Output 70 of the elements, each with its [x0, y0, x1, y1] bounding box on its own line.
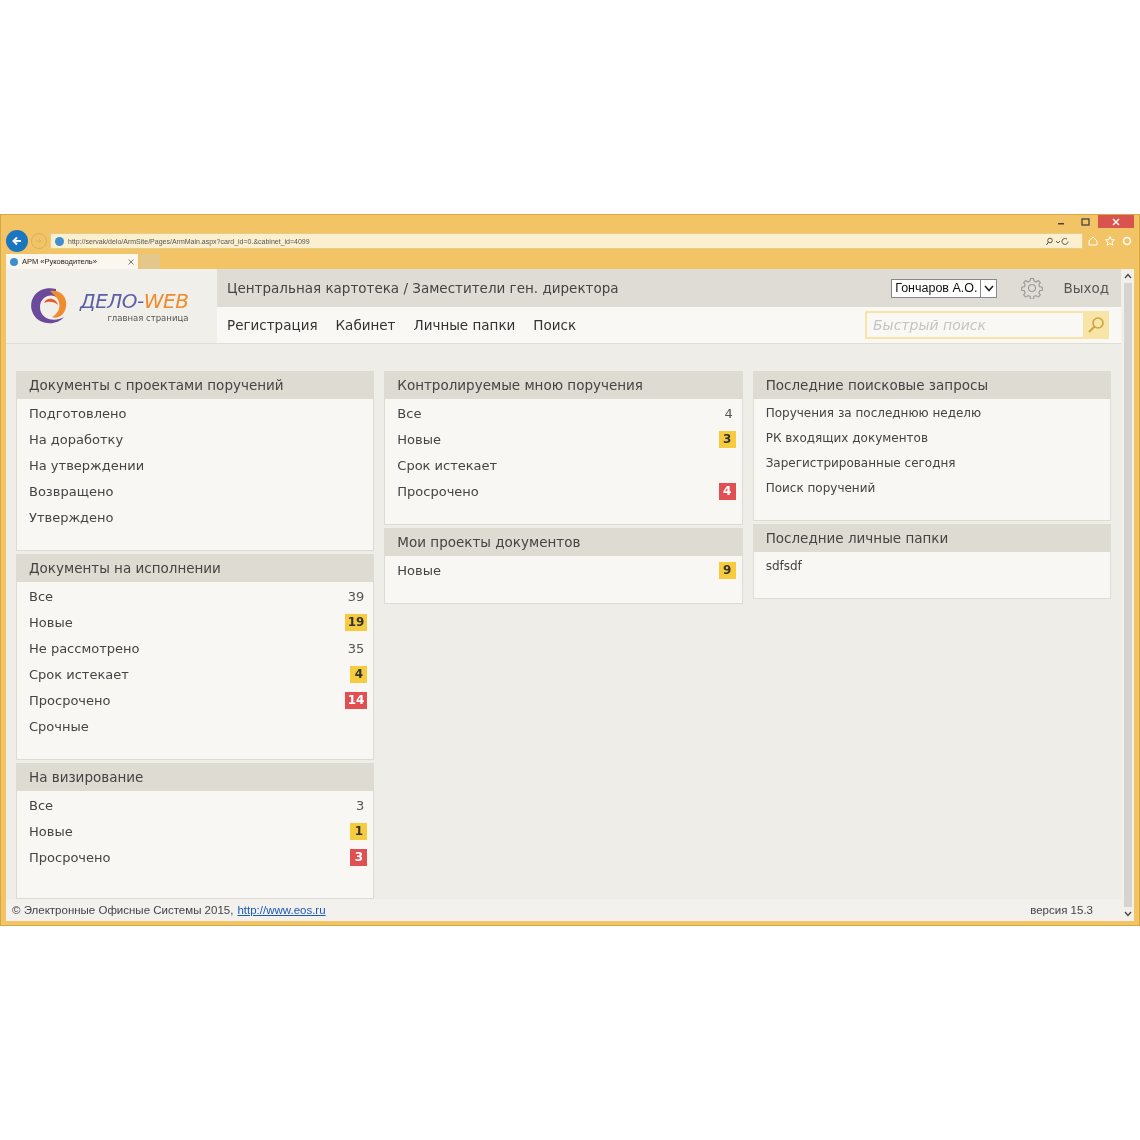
nav-link[interactable]: Поиск: [533, 317, 577, 333]
panel-title: Последние личные папки: [753, 525, 1110, 552]
list-link[interactable]: Зарегистрированные сегодня: [765, 455, 1104, 470]
settings-icon[interactable]: [1120, 236, 1134, 246]
back-arrow-icon: [11, 235, 23, 247]
count-badge: 4: [718, 482, 736, 500]
website-link[interactable]: http://www.eos.ru: [237, 904, 326, 916]
count-badge: 9: [718, 561, 736, 579]
list-link[interactable]: Подготовлено: [29, 405, 368, 421]
list-link[interactable]: Новые: [397, 562, 719, 578]
copyright-text: © Электронные Офисные Системы 2015,: [12, 904, 234, 916]
scroll-up-icon[interactable]: [1123, 273, 1132, 279]
settings-icon[interactable]: [1021, 277, 1044, 299]
list-link[interactable]: Все: [29, 588, 345, 604]
panel-title: На визирование: [17, 764, 374, 791]
list-link[interactable]: Срок истекает: [397, 457, 736, 473]
page-icon: [10, 257, 18, 266]
panel-title: Мои проекты документов: [385, 529, 742, 556]
list-link[interactable]: На доработку: [29, 431, 368, 447]
count-badge: 3: [718, 430, 736, 448]
list-link[interactable]: Срочные: [29, 718, 368, 734]
nav-link[interactable]: Кабинет: [335, 317, 396, 333]
chevron-down-icon: [984, 284, 994, 292]
close-icon[interactable]: [128, 258, 134, 265]
list-link[interactable]: Новые: [397, 431, 719, 447]
page-icon: [55, 236, 64, 246]
logo-text: ДЕЛО-WEB: [80, 289, 189, 313]
list-link[interactable]: Срок истекает: [29, 666, 351, 682]
count-badge: 3: [350, 848, 368, 866]
list-link[interactable]: Не рассмотрено: [29, 640, 345, 656]
logo-subtitle: главная страница: [107, 313, 189, 323]
list-link[interactable]: Просрочено: [29, 849, 351, 865]
star-icon[interactable]: [1103, 236, 1117, 246]
list-link[interactable]: Новые: [29, 614, 345, 630]
count-badge: 1: [350, 822, 368, 840]
list-link[interactable]: Все: [397, 405, 722, 421]
panel-title: Последние поисковые запросы: [753, 372, 1110, 399]
list-link[interactable]: На утверждении: [29, 457, 368, 473]
list-link[interactable]: Просрочено: [29, 692, 345, 708]
count: 39: [346, 588, 366, 604]
home-icon[interactable]: [1086, 236, 1100, 246]
nav-link[interactable]: Регистрация: [227, 317, 318, 333]
count: 4: [723, 405, 734, 421]
panel-title: Документы на исполнении: [17, 555, 374, 582]
list-link[interactable]: Поручения за последнюю неделю: [765, 405, 1104, 420]
list-link[interactable]: Новые: [29, 823, 351, 839]
panel-title: Контролируемые мною поручения: [385, 372, 742, 399]
version-text: версия 15.3: [1030, 904, 1093, 916]
nav-link[interactable]: Личные папки: [413, 317, 516, 333]
list-link[interactable]: Поиск поручений: [765, 480, 1104, 495]
list-link[interactable]: sdfsdf: [765, 558, 1104, 573]
count-badge: 4: [350, 665, 368, 683]
count: 35: [346, 640, 366, 656]
panel-title: Документы с проектами поручений: [17, 372, 374, 399]
forward-arrow-icon: [35, 237, 43, 245]
list-link[interactable]: Утверждено: [29, 509, 368, 525]
scroll-down-icon[interactable]: [1123, 911, 1132, 917]
count: 3: [355, 797, 366, 813]
list-link[interactable]: Просрочено: [397, 483, 719, 499]
close-icon[interactable]: [1098, 215, 1134, 228]
count-badge: 19: [344, 613, 368, 631]
logout-link[interactable]: Выход: [1063, 280, 1109, 296]
count-badge: 14: [344, 691, 368, 709]
breadcrumb: Центральная картотека / Заместители ген. директора: [227, 280, 620, 296]
user-select[interactable]: Гончаров А.О.: [891, 278, 998, 298]
search-icon[interactable]: [1083, 311, 1109, 339]
list-link[interactable]: Все: [29, 797, 354, 813]
back-button[interactable]: [6, 230, 28, 252]
list-link[interactable]: Возвращено: [29, 483, 368, 499]
list-link[interactable]: РК входящих документов: [765, 430, 1104, 445]
